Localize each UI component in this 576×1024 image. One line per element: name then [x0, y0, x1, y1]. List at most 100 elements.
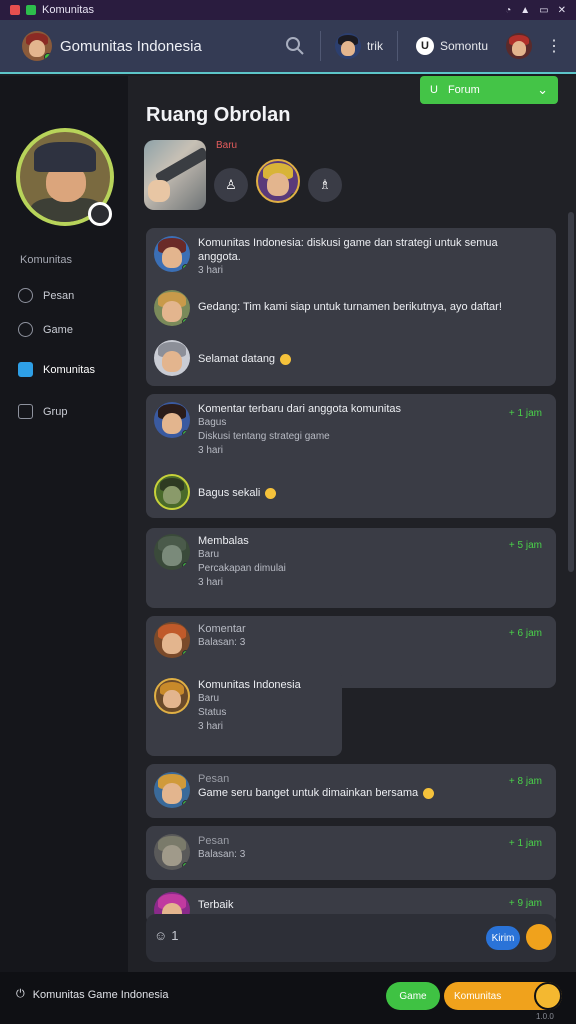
message-text: Komunitas Indonesia: diskusi game dan st… [198, 237, 498, 263]
list-item[interactable]: Pesan Balasan: 3 [154, 834, 245, 870]
avatar [154, 340, 190, 376]
bottom-bar: ⏻ Komunitas Game Indonesia Game Komunita… [0, 972, 576, 1024]
wifi-icon: ◔ [505, 4, 512, 16]
message-sub: Balasan: 3 [198, 849, 246, 860]
status-icons: ◔ ▲ ▭ ✕ [505, 5, 566, 16]
message-card: Komentar terbaru dari anggota komunitas … [146, 394, 556, 518]
avatar [154, 290, 190, 326]
forum-icon: U [430, 84, 438, 96]
message-text: Komentar terbaru dari anggota komunitas [198, 403, 402, 415]
game-button[interactable]: Game [386, 982, 440, 1010]
power-icon: ⏻ [16, 988, 25, 1000]
list-item[interactable]: Komentar Balasan: 3 [154, 622, 246, 658]
attach-icon[interactable] [526, 924, 552, 950]
community-icon [18, 362, 33, 377]
message-composer[interactable]: ☺ 1 Kirim [146, 914, 556, 962]
user-chip-1[interactable]: trik [334, 33, 383, 59]
avatar [154, 236, 190, 272]
chevron-down-icon: ⌄ [537, 82, 548, 97]
message-card: Membalas Baru Percakapan dimulai 3 hari … [146, 528, 556, 608]
status-badge [88, 202, 112, 226]
story-more-icon[interactable]: ♗ [308, 168, 342, 202]
header-divider-2 [396, 31, 398, 61]
message-sub: Status [198, 707, 227, 718]
battery-icon: ▭ [539, 4, 549, 16]
reaction-count: 1 [171, 928, 179, 943]
message-meta: 3 hari [198, 445, 224, 456]
message-text: Selamat datang [198, 352, 292, 366]
user-name-2: Somontu [439, 39, 488, 53]
timestamp: + 1 jam [508, 408, 542, 419]
list-item[interactable]: Bagus sekali [154, 474, 277, 510]
list-item[interactable]: Pesan Game seru banget untuk dimainkan b… [154, 772, 435, 808]
sidebar-item-komunitas[interactable]: Komunitas [18, 362, 95, 377]
user-chip-2[interactable]: U Somontu [412, 37, 488, 55]
timestamp: + 9 jam [508, 898, 542, 909]
header-title: Gomunitas Indonesia [60, 37, 202, 55]
list-item[interactable]: Komentar terbaru dari anggota komunitas … [154, 402, 401, 458]
message-text: Komentar [198, 623, 246, 635]
message-sub: Bagus [198, 417, 227, 428]
top-bar: Gomunitas Indonesia trik U Somontu ⋮ [0, 20, 576, 74]
timestamp: + 1 jam [508, 838, 542, 849]
sidebar-item-game[interactable]: Game [18, 322, 73, 337]
sidebar-item-pesan[interactable]: Pesan [18, 288, 74, 303]
smile-icon: ☺ [154, 928, 168, 943]
list-item[interactable]: Membalas Baru Percakapan dimulai 3 hari [154, 534, 286, 590]
more-menu-icon[interactable]: ⋮ [546, 36, 562, 56]
avatar [154, 678, 190, 714]
list-item[interactable]: Selamat datang [154, 340, 292, 376]
timestamp: + 6 jam [508, 628, 542, 639]
list-item[interactable]: Komunitas Indonesia: diskusi game dan st… [154, 236, 538, 278]
group-icon [18, 404, 33, 419]
message-sub: Diskusi tentang strategi game [198, 431, 330, 442]
message-sub: Game seru banget untuk dimainkan bersama [198, 786, 435, 800]
header-divider [319, 31, 321, 61]
emoji-icon [423, 787, 435, 799]
timestamp: + 8 jam [508, 776, 542, 787]
bottom-info-text: Komunitas Game Indonesia [32, 988, 169, 1001]
scrollbar[interactable] [568, 212, 574, 572]
main-panel: U Forum ⌄ Ruang Obrolan Baru ♙ ♗ Komunit… [128, 76, 576, 972]
message-sub: Baru [198, 549, 220, 560]
reaction-counter[interactable]: ☺ 1 [154, 928, 179, 943]
message-meta: 3 hari [198, 577, 224, 588]
header-avatar[interactable] [22, 31, 52, 61]
avatar [154, 622, 190, 658]
message-text: Komunitas Indonesia [198, 679, 301, 691]
emoji-icon [265, 487, 277, 499]
message-text: Membalas [198, 535, 249, 547]
sidebar-item-grup[interactable]: Grup [18, 404, 67, 419]
message-card: Pesan Balasan: 3 + 1 jam [146, 826, 556, 880]
forum-label: Forum [447, 84, 480, 96]
message-sub: Balasan: 3 [198, 637, 246, 648]
message-text: Pesan [198, 773, 230, 785]
story-avatar[interactable] [256, 159, 300, 203]
message-text: Gedang: Tim kami siap untuk turnamen ber… [198, 301, 502, 313]
message-card: Pesan Game seru banget untuk dimainkan b… [146, 764, 556, 818]
story-label: Baru [216, 140, 238, 151]
avatar [154, 474, 190, 510]
sidebar-section-label: Komunitas [20, 254, 72, 266]
sidebar-item-label: Game [43, 323, 73, 336]
forum-dropdown-button[interactable]: U Forum ⌄ [420, 76, 558, 104]
search-icon[interactable] [284, 35, 306, 57]
profile-avatar[interactable] [506, 33, 532, 59]
app-icon [10, 5, 20, 15]
list-item[interactable]: Komunitas Indonesia Baru Status 3 hari [154, 678, 301, 734]
timestamp: + 5 jam [508, 540, 542, 551]
message-sub: Baru [198, 693, 220, 704]
coin-icon[interactable] [534, 982, 562, 1010]
close-icon[interactable]: ✕ [558, 5, 566, 16]
story-add-icon[interactable]: ♙ [214, 168, 248, 202]
list-item[interactable]: Gedang: Tim kami siap untuk turnamen ber… [154, 290, 502, 326]
user-avatar-1 [334, 33, 361, 59]
story-thumbnail[interactable] [144, 140, 206, 210]
message-text: Bagus sekali [198, 486, 277, 500]
message-card: Komunitas Indonesia Baru Status 3 hari [146, 670, 342, 756]
sidebar-item-label: Grup [43, 405, 68, 418]
avatar [154, 534, 190, 570]
avatar [154, 834, 190, 870]
status-app-label: Komunitas [42, 4, 94, 16]
send-button[interactable]: Kirim [486, 926, 520, 950]
